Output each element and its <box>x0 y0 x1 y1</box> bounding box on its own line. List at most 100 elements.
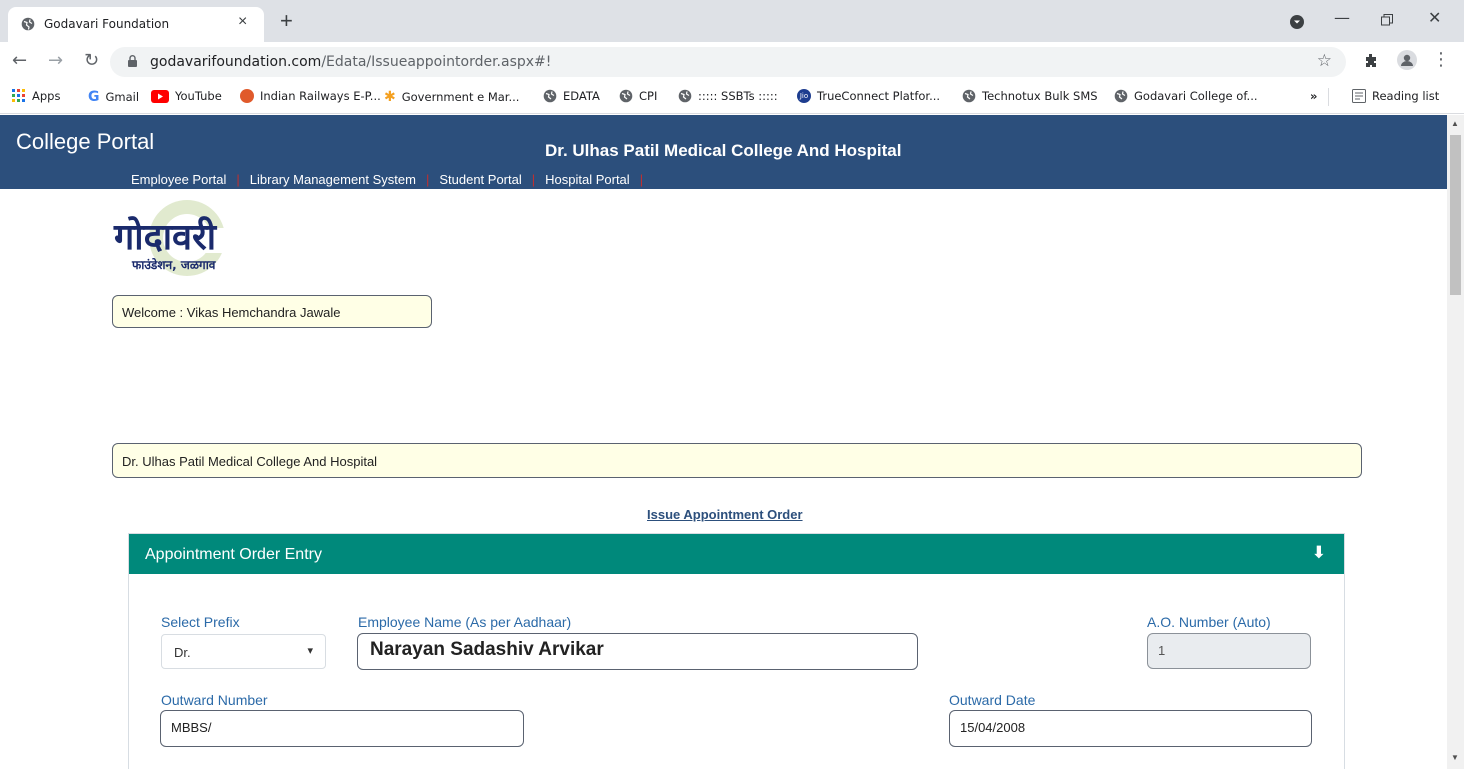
bookmark-youtube[interactable]: YouTube <box>151 89 222 103</box>
outward-date-input[interactable]: 15/04/2008 <box>949 710 1312 747</box>
bookmarks-bar: Apps G Gmail YouTube Indian Railways E-P… <box>0 80 1464 114</box>
url-text: godavarifoundation.com/Edata/Issueappoin… <box>150 54 551 70</box>
extensions-icon[interactable] <box>1363 53 1379 69</box>
portal-title: College Portal <box>16 129 155 154</box>
bookmark-label: Apps <box>32 89 61 103</box>
bookmark-label: TrueConnect Platfor... <box>817 89 941 103</box>
reading-list-button[interactable]: Reading list <box>1352 89 1439 103</box>
bookmark-government-e-market[interactable]: ✱ Government e Mar... <box>384 89 519 105</box>
ao-number-field: 1 <box>1147 633 1311 669</box>
nav-separator: | <box>425 172 430 187</box>
minimize-icon[interactable]: — <box>1334 8 1350 27</box>
tab-close-icon[interactable]: × <box>238 13 247 31</box>
browser-tabstrip: Godavari Foundation × + — ✕ <box>0 0 1464 42</box>
bookmark-label: ::::: SSBTs ::::: <box>698 89 778 103</box>
close-window-icon[interactable]: ✕ <box>1428 8 1441 27</box>
nav-hospital-portal[interactable]: Hospital Portal <box>545 172 630 187</box>
outward-date-label: Outward Date <box>949 692 1036 708</box>
outward-number-input[interactable]: MBBS/ <box>160 710 524 747</box>
bookmark-label: CPI <box>639 89 658 103</box>
prefix-label: Select Prefix <box>161 614 240 630</box>
bookmark-star-icon[interactable]: ☆ <box>1317 51 1332 71</box>
employee-name-label: Employee Name (As per Aadhaar) <box>358 614 572 630</box>
page-viewport: College Portal Dr. Ulhas Patil Medical C… <box>0 115 1447 769</box>
reload-icon[interactable]: ↻ <box>84 50 99 71</box>
panel-title: Appointment Order Entry <box>145 546 322 563</box>
globe-icon <box>619 89 633 103</box>
bookmark-gmail[interactable]: G Gmail <box>88 89 139 105</box>
globe-icon <box>962 89 976 103</box>
profile-menu-icon[interactable] <box>1290 15 1304 29</box>
url-host: godavarifoundation.com <box>150 54 322 70</box>
bookmark-label: Godavari College of... <box>1134 89 1258 103</box>
globe-icon <box>21 17 35 31</box>
scrollbar-thumb[interactable] <box>1450 135 1461 295</box>
chrome-menu-icon[interactable]: ⋮ <box>1432 49 1450 70</box>
svg-text:गोदावरी: गोदावरी <box>113 216 218 258</box>
globe-icon <box>543 89 557 103</box>
bookmarks-divider <box>1328 88 1329 106</box>
forward-icon[interactable]: → <box>48 50 63 71</box>
bookmark-indian-railways[interactable]: Indian Railways E-P... <box>240 89 381 103</box>
lock-icon <box>128 55 137 67</box>
more-bookmarks-icon[interactable]: » <box>1310 89 1317 103</box>
arrow-down-icon[interactable]: ⬇ <box>1312 543 1326 563</box>
godavari-foundation-logo: गोदावरी फाउंडेशन, जळगाव <box>113 200 234 276</box>
bookmark-label: Government e Mar... <box>401 90 520 104</box>
youtube-icon <box>151 89 169 103</box>
employee-name-input[interactable]: Narayan Sadashiv Arvikar <box>357 633 918 670</box>
bookmark-technotux[interactable]: Technotux Bulk SMS <box>962 89 1098 103</box>
nav-separator: | <box>639 172 644 187</box>
reading-list-label: Reading list <box>1372 89 1440 103</box>
prefix-select[interactable]: Dr. ▾ <box>161 634 326 669</box>
browser-tab[interactable]: Godavari Foundation × <box>8 7 264 42</box>
page-scrollbar[interactable]: ▲ ▼ <box>1447 115 1464 769</box>
nav-separator: | <box>236 172 240 187</box>
portal-header: College Portal Dr. Ulhas Patil Medical C… <box>0 115 1447 189</box>
nav-separator: | <box>531 172 536 187</box>
bookmark-label: Indian Railways E-P... <box>260 89 381 103</box>
globe-icon <box>678 89 692 103</box>
nav-library-management-system[interactable]: Library Management System <box>250 172 416 187</box>
bookmark-label: EDATA <box>563 89 600 103</box>
appointment-order-panel: Appointment Order Entry ⬇ Select Prefix … <box>128 533 1345 769</box>
gem-icon: ✱ <box>384 89 396 105</box>
url-path: /Edata/Issueappointorder.aspx#! <box>321 54 552 70</box>
scroll-up-icon[interactable]: ▲ <box>1451 119 1459 128</box>
restore-icon[interactable] <box>1381 14 1393 26</box>
reading-list-icon <box>1352 89 1366 103</box>
college-info-box: Dr. Ulhas Patil Medical College And Hosp… <box>112 443 1362 478</box>
nav-employee-portal[interactable]: Employee Portal <box>131 172 226 187</box>
bookmark-label: YouTube <box>175 89 222 103</box>
bookmark-apps[interactable]: Apps <box>12 89 60 103</box>
chevron-down-icon: ▾ <box>307 644 313 657</box>
google-g-icon: G <box>88 89 100 105</box>
bookmark-godavari-college[interactable]: Godavari College of... <box>1114 89 1258 103</box>
welcome-box: Welcome : Vikas Hemchandra Jawale <box>112 295 432 328</box>
svg-text:फाउंडेशन, जळगाव: फाउंडेशन, जळगाव <box>131 258 217 272</box>
apps-grid-icon <box>12 89 25 102</box>
bookmark-label: Gmail <box>105 90 140 104</box>
bookmark-trueconnect[interactable]: Jio TrueConnect Platfor... <box>797 89 940 103</box>
bookmark-ssbts[interactable]: ::::: SSBTs ::::: <box>678 89 778 103</box>
outward-number-label: Outward Number <box>161 692 268 708</box>
issue-appointment-order-link[interactable]: Issue Appointment Order <box>647 507 803 522</box>
address-bar-row: ← → ↻ godavarifoundation.com/Edata/Issue… <box>0 42 1464 80</box>
railways-icon <box>240 89 254 103</box>
nav-student-portal[interactable]: Student Portal <box>439 172 521 187</box>
bookmark-edata[interactable]: EDATA <box>543 89 600 103</box>
back-icon[interactable]: ← <box>12 50 27 71</box>
bookmark-cpi[interactable]: CPI <box>619 89 657 103</box>
bookmark-label: Technotux Bulk SMS <box>982 89 1098 103</box>
new-tab-button[interactable]: + <box>280 8 293 34</box>
profile-avatar-icon[interactable] <box>1397 50 1417 70</box>
tab-title: Godavari Foundation <box>44 17 170 31</box>
ao-number-label: A.O. Number (Auto) <box>1147 614 1271 630</box>
college-name-heading: Dr. Ulhas Patil Medical College And Hosp… <box>545 141 902 160</box>
scroll-down-icon[interactable]: ▼ <box>1451 753 1459 762</box>
prefix-selected-value: Dr. <box>174 645 191 660</box>
portal-nav: Employee Portal | Library Management Sys… <box>131 172 653 187</box>
panel-header[interactable]: Appointment Order Entry ⬇ <box>129 534 1344 574</box>
globe-icon <box>1114 89 1128 103</box>
address-bar[interactable]: godavarifoundation.com/Edata/Issueappoin… <box>110 47 1346 77</box>
